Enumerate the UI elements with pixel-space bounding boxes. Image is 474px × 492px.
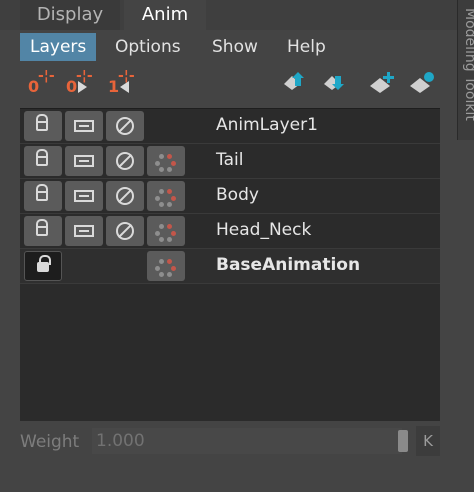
- solo-icon: [74, 190, 94, 202]
- side-panel-label: Modeling Toolkit: [462, 8, 474, 121]
- layer-name: AnimLayer1: [216, 115, 318, 135]
- mute-button[interactable]: [106, 216, 144, 246]
- solo-button[interactable]: [65, 111, 103, 141]
- lock-button[interactable]: [24, 216, 62, 246]
- layer-row-body[interactable]: Body: [20, 179, 440, 214]
- one-key-back-button[interactable]: 1 -¦-: [106, 66, 136, 98]
- ghost-button[interactable]: [147, 216, 185, 246]
- solo-icon: [74, 120, 94, 132]
- menu-show[interactable]: Show: [202, 33, 268, 61]
- layer-list: AnimLayer1 Tail Body Head_Neck BaseAnima…: [20, 108, 440, 421]
- key-weight-button[interactable]: K: [416, 426, 440, 456]
- tab-bar: Display Anim: [0, 0, 458, 30]
- solo-icon: [74, 225, 94, 237]
- mute-button[interactable]: [106, 181, 144, 211]
- solo-button[interactable]: [65, 146, 103, 176]
- menu-help[interactable]: Help: [277, 33, 336, 61]
- ghost-button[interactable]: [147, 181, 185, 211]
- menu-layers[interactable]: Layers: [20, 33, 97, 61]
- zero-key-layer-button[interactable]: 0 -¦-: [26, 66, 56, 98]
- layer-toolbar: 0 -¦- 0 -¦- 1 -¦-: [20, 66, 440, 102]
- key-zero-icon: -¦-: [38, 68, 55, 84]
- tab-anim[interactable]: Anim: [124, 0, 206, 30]
- side-panel-tab[interactable]: Modeling Toolkit: [457, 0, 474, 140]
- play-back-icon: [120, 81, 129, 93]
- move-layer-up-icon[interactable]: [280, 66, 310, 98]
- weight-slider-handle[interactable]: [398, 430, 408, 452]
- layer-row-baseanimation[interactable]: BaseAnimation: [20, 249, 440, 284]
- mute-icon: [116, 222, 134, 240]
- unlock-icon: [36, 114, 48, 131]
- unlock-icon: [36, 219, 48, 236]
- play-forward-icon: [78, 81, 87, 93]
- layer-row-tail[interactable]: Tail: [20, 144, 440, 179]
- weight-bar: Weight 1.000 K: [20, 424, 440, 460]
- mute-icon: [116, 152, 134, 170]
- zero-key-forward-button[interactable]: 0 -¦-: [64, 66, 94, 98]
- ghost-button[interactable]: [147, 146, 185, 176]
- lock-button[interactable]: [24, 181, 62, 211]
- layer-name: Body: [216, 185, 259, 205]
- solo-icon: [74, 155, 94, 167]
- lock-button[interactable]: [24, 251, 62, 281]
- menu-bar: Layers Options Show Help: [20, 30, 440, 62]
- layer-name: Head_Neck: [216, 220, 312, 240]
- mute-button[interactable]: [106, 146, 144, 176]
- layer-name: BaseAnimation: [216, 255, 361, 275]
- lock-button[interactable]: [24, 111, 62, 141]
- mute-icon: [116, 187, 134, 205]
- menu-options[interactable]: Options: [105, 33, 191, 61]
- create-layer-from-selected-icon[interactable]: [368, 66, 398, 98]
- unlock-icon: [36, 149, 48, 166]
- ghost-button[interactable]: [147, 251, 185, 281]
- layer-row-animlayer1[interactable]: AnimLayer1: [20, 109, 440, 144]
- weight-label: Weight: [20, 432, 80, 452]
- layer-row-head-neck[interactable]: Head_Neck: [20, 214, 440, 249]
- unlock-icon: [36, 184, 48, 201]
- move-layer-down-icon[interactable]: [320, 66, 350, 98]
- tab-display[interactable]: Display: [20, 0, 120, 30]
- lock-icon: [37, 255, 51, 272]
- mute-button[interactable]: [106, 111, 144, 141]
- create-empty-layer-icon[interactable]: [408, 66, 438, 98]
- lock-button[interactable]: [24, 146, 62, 176]
- mute-icon: [116, 117, 134, 135]
- solo-button[interactable]: [65, 181, 103, 211]
- solo-button[interactable]: [65, 216, 103, 246]
- layer-name: Tail: [216, 150, 244, 170]
- weight-field[interactable]: 1.000: [92, 428, 402, 454]
